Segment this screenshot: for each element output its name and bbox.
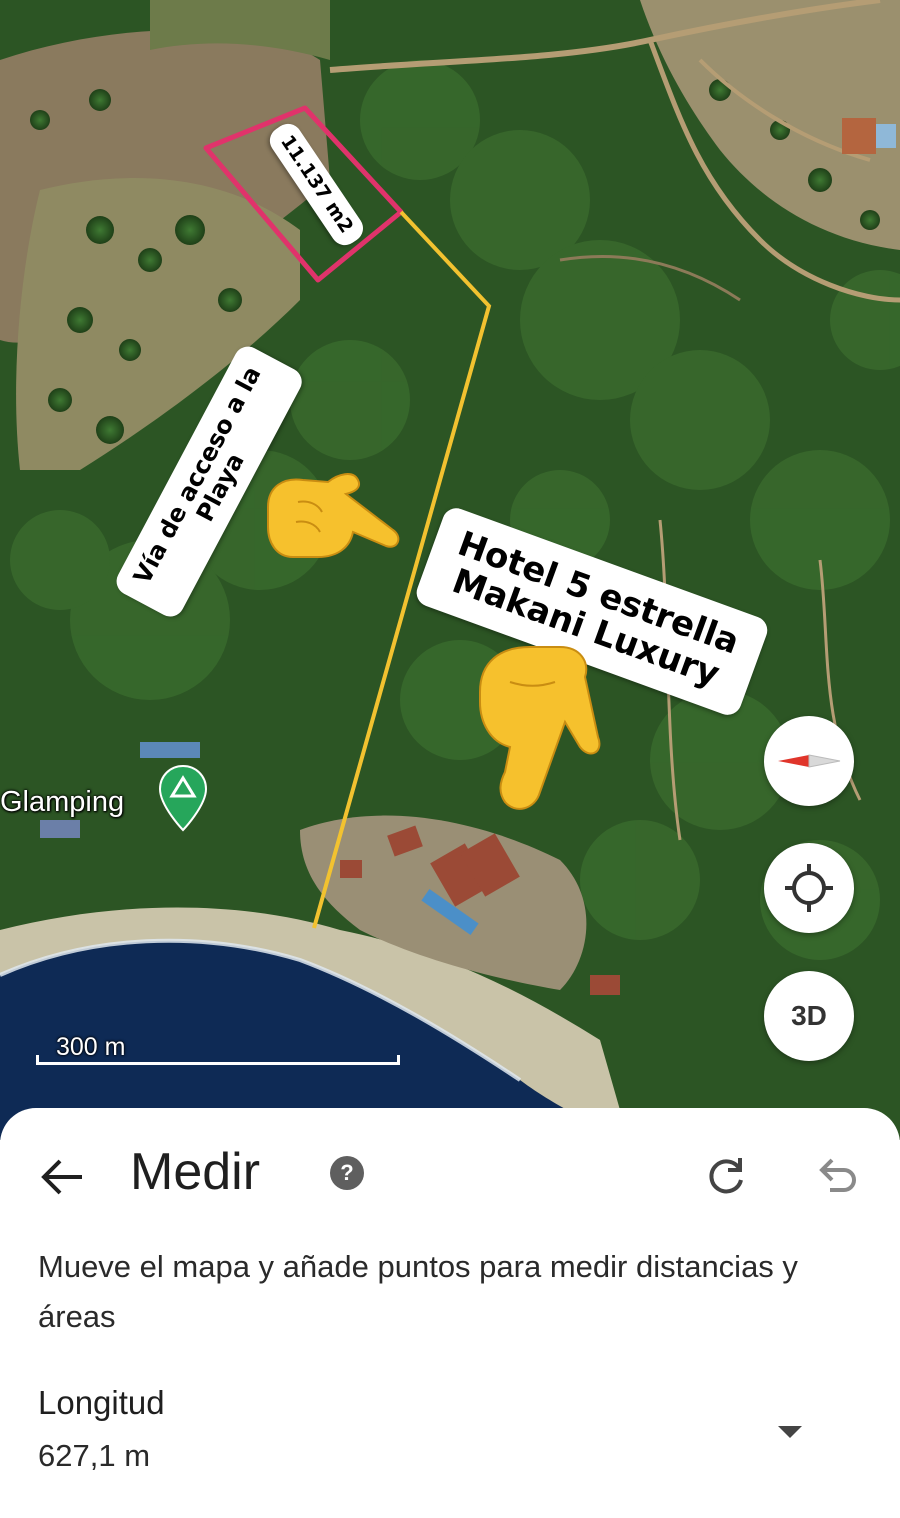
redo-button[interactable] bbox=[700, 1148, 752, 1200]
three-d-button[interactable]: 3D bbox=[764, 971, 854, 1061]
satellite-map[interactable]: 11.137 m2 Vía de acceso a la Playa Hotel… bbox=[0, 0, 900, 1140]
place-label[interactable]: Glamping bbox=[0, 786, 124, 819]
page-title: Medir bbox=[130, 1143, 261, 1201]
redo-icon bbox=[709, 1158, 743, 1194]
help-icon[interactable]: ? bbox=[330, 1156, 364, 1190]
measure-panel: Medir ? Mueve el mapa y añade puntos par… bbox=[0, 1108, 900, 1518]
my-location-icon bbox=[785, 864, 833, 912]
compass-icon bbox=[778, 754, 841, 768]
compass-button[interactable] bbox=[764, 716, 854, 806]
three-d-label: 3D bbox=[791, 1000, 827, 1031]
measure-label: Longitud bbox=[38, 1384, 165, 1421]
pointing-hand-icon bbox=[267, 473, 400, 558]
scale-bar bbox=[36, 1055, 400, 1065]
dropdown-arrow-icon bbox=[778, 1426, 802, 1438]
campground-pin-icon[interactable] bbox=[158, 764, 208, 834]
measure-value: 627,1 m bbox=[38, 1438, 151, 1473]
undo-icon bbox=[819, 1158, 856, 1192]
back-button[interactable] bbox=[36, 1152, 92, 1202]
my-location-button[interactable] bbox=[764, 843, 854, 933]
measure-unit-dropdown[interactable] bbox=[770, 1416, 810, 1446]
back-arrow-icon bbox=[41, 1159, 82, 1195]
pointing-hand-icon bbox=[479, 646, 601, 810]
instructions-text: Mueve el mapa y añade puntos para medir … bbox=[38, 1249, 798, 1334]
map-scale: 300 m bbox=[36, 1033, 400, 1067]
undo-button[interactable] bbox=[810, 1148, 862, 1200]
